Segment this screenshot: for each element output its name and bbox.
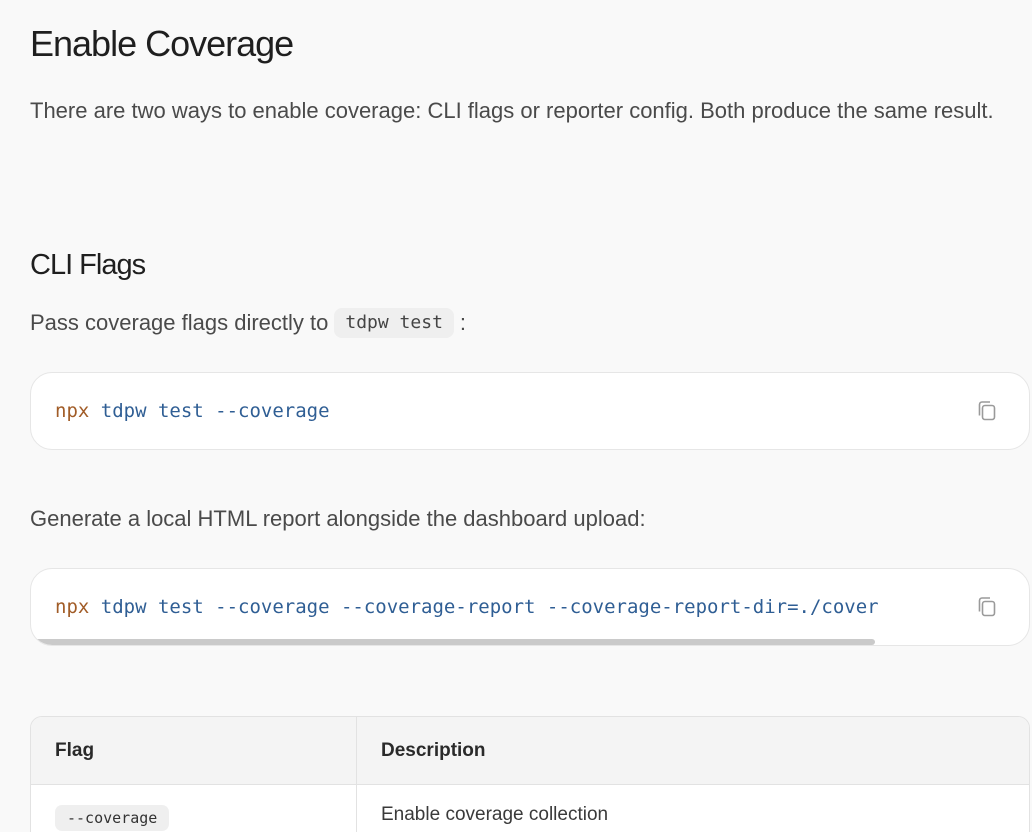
column-divider [356, 717, 357, 832]
code-command: npx [55, 400, 90, 422]
code-command: npx [55, 596, 90, 618]
table-cell-description: Enable coverage collection [381, 804, 609, 825]
column-header-description: Description [381, 740, 486, 761]
column-header-flag: Flag [55, 740, 95, 761]
docs-page: Enable Coverage There are two ways to en… [0, 0, 1032, 832]
html-report-paragraph: Generate a local HTML report alongside t… [30, 506, 646, 531]
table-cell-flag: --coverage [55, 805, 170, 831]
code-block-coverage: npx tdpw test --coverage [30, 372, 1030, 450]
page-title: Enable Coverage [30, 23, 294, 64]
intro-paragraph: There are two ways to enable coverage: C… [30, 98, 994, 123]
copy-icon [978, 401, 996, 421]
inline-code-tdpw-test: tdpw test [334, 308, 454, 338]
paragraph-text-end: : [459, 310, 467, 335]
table-header-row: Flag Description [31, 717, 1029, 785]
code-line: npx tdpw test --coverage [55, 398, 955, 424]
code-args: tdpw test --coverage [89, 400, 330, 422]
copy-icon [978, 597, 996, 617]
code-block-coverage-report: npx tdpw test --coverage --coverage-repo… [30, 568, 1030, 646]
paragraph-text: Pass coverage flags directly to [30, 310, 329, 335]
code-line: npx tdpw test --coverage --coverage-repo… [55, 594, 950, 620]
copy-button[interactable] [975, 399, 999, 423]
horizontal-scrollbar[interactable] [31, 639, 875, 645]
copy-button[interactable] [975, 595, 999, 619]
section-heading-cli-flags: CLI Flags [30, 249, 146, 281]
code-args: tdpw test --coverage --coverage-report -… [89, 596, 879, 618]
cli-flags-paragraph: Pass coverage flags directly to tdpw test… [30, 307, 466, 339]
flags-table: Flag Description --coverage Enable cover… [30, 716, 1030, 832]
